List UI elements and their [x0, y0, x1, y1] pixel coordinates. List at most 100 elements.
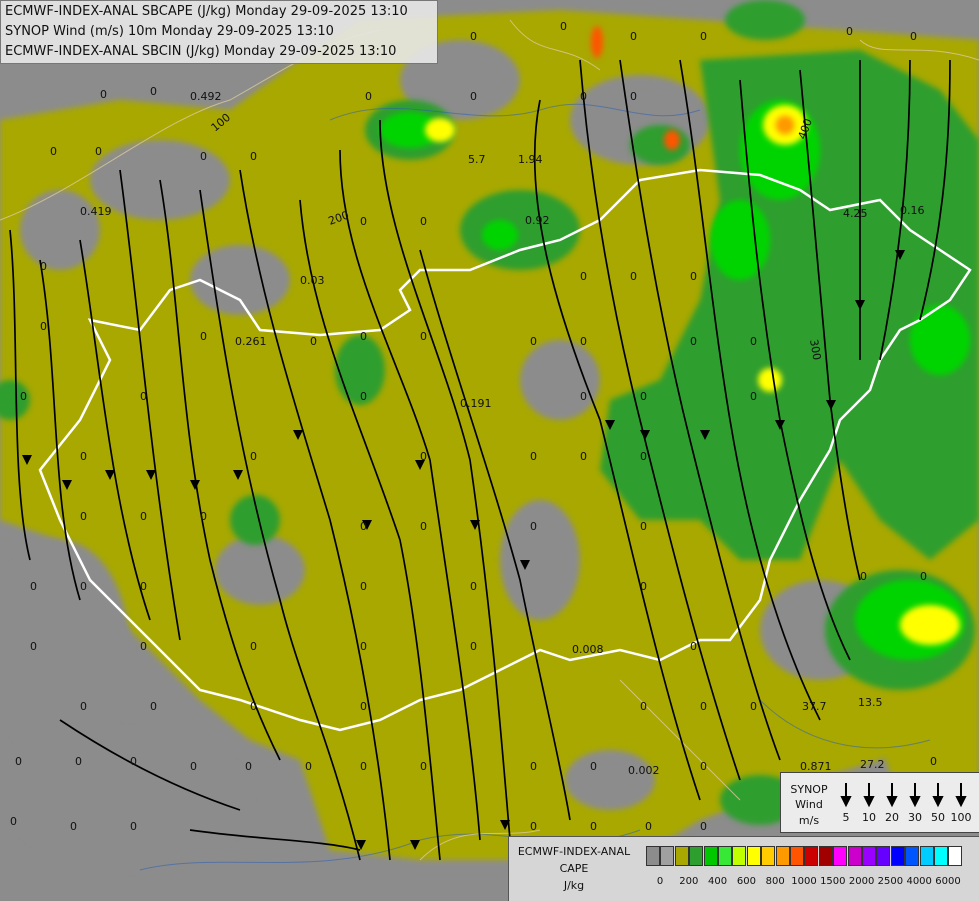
wind-value-20: 20 — [885, 811, 899, 824]
cape-tick-label: 800 — [765, 876, 785, 887]
svg-text:0: 0 — [420, 450, 427, 463]
cape-tick-label: 1000 — [791, 876, 817, 887]
svg-text:0: 0 — [420, 215, 427, 228]
svg-text:0: 0 — [250, 700, 257, 713]
svg-text:0.002: 0.002 — [628, 764, 660, 777]
svg-text:0: 0 — [530, 760, 537, 773]
svg-text:0: 0 — [250, 150, 257, 163]
svg-text:0: 0 — [80, 580, 87, 593]
svg-text:0: 0 — [470, 580, 477, 593]
cape-swatch — [948, 846, 963, 866]
svg-text:0: 0 — [200, 510, 207, 523]
svg-text:0: 0 — [75, 755, 82, 768]
svg-text:0.92: 0.92 — [525, 214, 550, 227]
svg-text:0: 0 — [200, 150, 207, 163]
svg-text:4.25: 4.25 — [843, 207, 868, 220]
svg-text:0: 0 — [640, 390, 647, 403]
cape-swatch — [761, 846, 776, 866]
svg-text:0: 0 — [40, 320, 47, 333]
svg-text:0: 0 — [700, 700, 707, 713]
svg-text:0: 0 — [750, 700, 757, 713]
svg-text:0: 0 — [750, 390, 757, 403]
cape-swatch — [847, 846, 862, 866]
svg-text:0: 0 — [530, 450, 537, 463]
cape-tick-label: 2500 — [877, 876, 904, 887]
svg-text:0: 0 — [360, 580, 367, 593]
cape-swatch — [919, 846, 934, 866]
svg-text:0: 0 — [860, 570, 867, 583]
svg-text:0: 0 — [360, 390, 367, 403]
svg-text:0: 0 — [130, 755, 137, 768]
svg-text:0: 0 — [140, 640, 147, 653]
svg-text:0: 0 — [580, 270, 587, 283]
cape-tick-label: 6000 — [935, 876, 961, 887]
cape-swatch — [804, 846, 819, 866]
svg-text:0: 0 — [140, 580, 147, 593]
svg-text:0: 0 — [365, 90, 372, 103]
cape-swatch — [818, 846, 833, 866]
svg-text:0: 0 — [530, 820, 537, 833]
svg-text:0: 0 — [20, 390, 27, 403]
weather-map: 0 0.492 100 0.419 0.261 0.03 0.191 5.7 1… — [0, 0, 979, 900]
svg-text:0: 0 — [690, 270, 697, 283]
svg-text:0: 0 — [930, 755, 937, 768]
svg-text:0: 0 — [15, 755, 22, 768]
cape-swatch — [646, 846, 660, 866]
svg-text:0.492: 0.492 — [190, 90, 222, 103]
svg-text:0: 0 — [360, 700, 367, 713]
svg-text:0: 0 — [130, 820, 137, 833]
svg-text:1.94: 1.94 — [518, 153, 543, 166]
wind-value-30: 30 — [908, 811, 922, 824]
cape-legend-unit: J/kg — [563, 879, 585, 892]
cape-swatch — [905, 846, 920, 866]
cape-swatch — [718, 846, 732, 866]
cape-swatch — [732, 846, 747, 866]
svg-text:0: 0 — [30, 580, 37, 593]
svg-text:0: 0 — [560, 20, 567, 33]
cape-swatch — [890, 846, 905, 866]
svg-text:0: 0 — [470, 30, 477, 43]
cape-swatch — [674, 846, 689, 866]
svg-text:0: 0 — [470, 90, 477, 103]
svg-text:0: 0 — [100, 88, 107, 101]
title-wind: SYNOP Wind (m/s) 10m Monday 29-09-2025 1… — [5, 24, 334, 39]
svg-text:0.008: 0.008 — [572, 643, 604, 656]
cape-tick-label: 2000 — [848, 876, 875, 887]
svg-text:0: 0 — [250, 450, 257, 463]
svg-text:0: 0 — [630, 30, 637, 43]
svg-text:0: 0 — [640, 700, 647, 713]
wind-value-50: 50 — [931, 811, 945, 824]
cape-swatch — [934, 846, 948, 866]
svg-text:0: 0 — [80, 450, 87, 463]
svg-text:0: 0 — [245, 760, 252, 773]
cape-legend-title: ECMWF-INDEX-ANAL — [517, 845, 631, 858]
svg-text:0.16: 0.16 — [900, 204, 925, 217]
svg-text:0: 0 — [190, 760, 197, 773]
title-cin: ECMWF-INDEX-ANAL SBCIN (J/kg) Monday 29-… — [5, 44, 397, 59]
svg-text:0: 0 — [530, 335, 537, 348]
cape-swatch — [775, 846, 790, 866]
svg-text:0: 0 — [305, 760, 312, 773]
svg-text:0: 0 — [580, 90, 587, 103]
cape-legend: ECMWF-INDEX-ANAL CAPE J/kg 0 200 400 600 800… — [508, 836, 979, 901]
svg-text:0: 0 — [640, 520, 647, 533]
svg-text:0: 0 — [360, 330, 367, 343]
cape-swatch — [790, 846, 804, 866]
svg-text:0: 0 — [580, 390, 587, 403]
svg-text:0.191: 0.191 — [460, 397, 492, 410]
cape-swatch — [746, 846, 761, 866]
svg-text:13.5: 13.5 — [858, 696, 883, 709]
cape-tick-label: 200 — [679, 876, 699, 887]
svg-text:0: 0 — [530, 520, 537, 533]
cape-tick-label: 4000 — [906, 876, 932, 887]
svg-text:0: 0 — [420, 520, 427, 533]
cape-swatch — [703, 846, 718, 866]
cape-swatch — [833, 846, 848, 866]
wind-legend-subtitle: Wind — [795, 798, 823, 811]
svg-text:0: 0 — [80, 510, 87, 523]
svg-text:0: 0 — [250, 640, 257, 653]
wind-value-100: 100 — [950, 811, 972, 824]
svg-text:0.261: 0.261 — [235, 335, 267, 348]
svg-text:0: 0 — [640, 450, 647, 463]
svg-text:0: 0 — [645, 820, 652, 833]
